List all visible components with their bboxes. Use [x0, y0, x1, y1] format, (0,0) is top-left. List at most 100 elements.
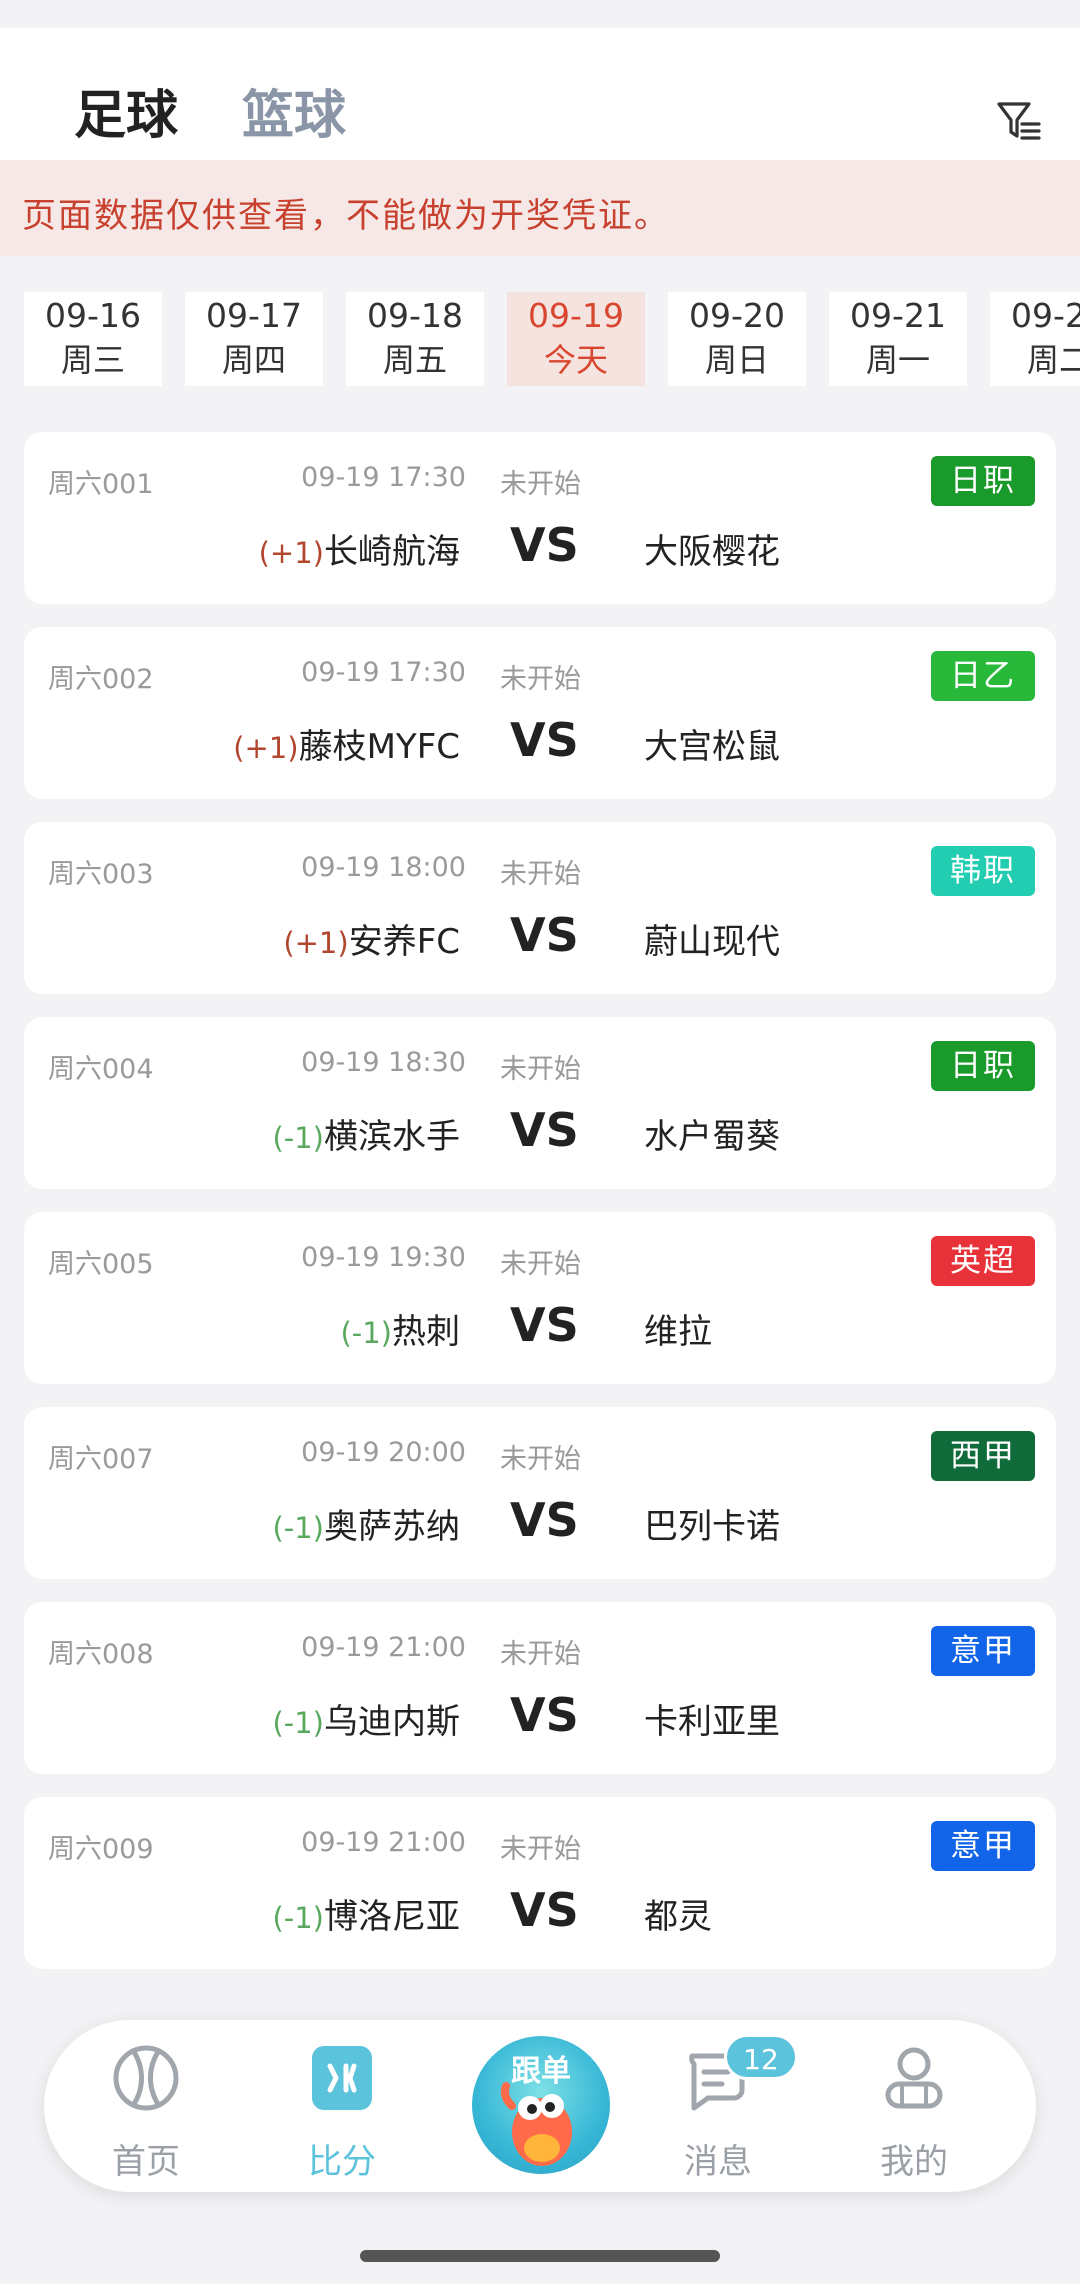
date-item-today[interactable]: 09-19 今天: [507, 292, 645, 386]
handicap: (+1): [283, 926, 349, 960]
follow-bet-button[interactable]: 跟单: [472, 2036, 610, 2174]
match-status: 未开始: [500, 469, 581, 500]
nav-messages-label: 消息: [684, 2142, 752, 2182]
away-team-name: 维拉: [644, 1312, 712, 1352]
top-header: 足球 篮球: [0, 28, 1080, 160]
nav-profile[interactable]: 我的: [834, 2020, 994, 2192]
match-card[interactable]: 周六009 09-19 21:00 未开始 意甲 (-1)博洛尼亚 VS 都灵: [24, 1797, 1056, 1969]
match-status: 未开始: [500, 1249, 581, 1280]
match-code: 周六009: [48, 1834, 154, 1865]
match-time: 09-19 17:30: [301, 462, 466, 493]
vs-label: VS: [510, 1298, 579, 1352]
match-card[interactable]: 周六002 09-19 17:30 未开始 日乙 (+1)藤枝MYFC VS 大…: [24, 627, 1056, 799]
home-team: (-1)奥萨苏纳: [64, 1499, 460, 1548]
disclaimer-banner: 页面数据仅供查看，不能做为开奖凭证。: [0, 160, 1080, 256]
handicap: (+1): [258, 536, 324, 570]
handicap: (-1): [340, 1316, 392, 1350]
league-badge: 英超: [931, 1236, 1035, 1286]
match-status: 未开始: [500, 1639, 581, 1670]
date-item[interactable]: 09-22 周二: [990, 292, 1080, 386]
nav-home[interactable]: 首页: [66, 2020, 226, 2192]
home-team-name: 横滨水手: [324, 1117, 460, 1157]
home-team: (+1)藤枝MYFC: [64, 719, 460, 768]
date-item[interactable]: 09-16 周三: [24, 292, 162, 386]
league-badge: 西甲: [931, 1431, 1035, 1481]
weekday-label: 周二: [1026, 341, 1080, 379]
handicap: (-1): [272, 1901, 324, 1935]
weekday-label: 周日: [704, 341, 769, 379]
match-code: 周六007: [48, 1444, 154, 1475]
match-card[interactable]: 周六003 09-19 18:00 未开始 韩职 (+1)安养FC VS 蔚山现…: [24, 822, 1056, 994]
tab-football[interactable]: 足球: [74, 90, 178, 142]
match-code: 周六002: [48, 664, 154, 695]
nav-score[interactable]: 比分: [262, 2020, 422, 2192]
date-label: 09-20: [689, 296, 785, 335]
match-time: 09-19 18:30: [301, 1047, 466, 1078]
vs-label: VS: [510, 1103, 579, 1157]
match-card[interactable]: 周六004 09-19 18:30 未开始 日职 (-1)横滨水手 VS 水户蜀…: [24, 1017, 1056, 1189]
date-label: 09-17: [206, 296, 302, 335]
match-card[interactable]: 周六001 09-19 17:30 未开始 日职 (+1)长崎航海 VS 大阪樱…: [24, 432, 1056, 604]
handicap: (+1): [233, 731, 299, 765]
date-label: 09-16: [45, 296, 141, 335]
home-team: (-1)热刺: [64, 1304, 460, 1353]
home-team-name: 藤枝MYFC: [298, 727, 460, 767]
league-badge: 韩职: [931, 846, 1035, 896]
profile-icon: [885, 2047, 943, 2109]
vs-label: VS: [510, 908, 579, 962]
vs-label: VS: [510, 518, 579, 572]
match-time: 09-19 20:00: [301, 1437, 466, 1468]
home-team: (-1)博洛尼亚: [64, 1889, 460, 1938]
match-card[interactable]: 周六007 09-19 20:00 未开始 西甲 (-1)奥萨苏纳 VS 巴列卡…: [24, 1407, 1056, 1579]
home-team-name: 长崎航海: [324, 532, 460, 572]
mascot-icon: [500, 2082, 572, 2166]
league-badge: 日职: [931, 456, 1035, 506]
date-item[interactable]: 09-17 周四: [185, 292, 323, 386]
home-team: (+1)安养FC: [64, 914, 460, 963]
handicap: (-1): [272, 1511, 324, 1545]
handicap: (-1): [272, 1121, 324, 1155]
home-team-name: 奥萨苏纳: [324, 1507, 460, 1547]
match-card[interactable]: 周六005 09-19 19:30 未开始 英超 (-1)热刺 VS 维拉: [24, 1212, 1056, 1384]
league-badge: 日乙: [931, 651, 1035, 701]
date-selector: 09-16 周三 09-17 周四 09-18 周五 09-19 今天 09-2…: [0, 292, 1080, 386]
home-indicator[interactable]: [360, 2250, 720, 2262]
date-item[interactable]: 09-18 周五: [346, 292, 484, 386]
filter-list-icon[interactable]: [996, 98, 1042, 144]
match-status: 未开始: [500, 1834, 581, 1865]
nav-messages[interactable]: 12 消息: [638, 2020, 798, 2192]
weekday-label: 今天: [543, 341, 608, 379]
away-team-name: 蔚山现代: [644, 922, 780, 962]
away-team-name: 大宫松鼠: [644, 727, 780, 767]
away-team-name: 大阪樱花: [644, 532, 780, 572]
tab-basketball[interactable]: 篮球: [242, 90, 346, 142]
home-team: (+1)长崎航海: [64, 524, 460, 573]
vs-label: VS: [510, 1493, 579, 1547]
ball-icon: [113, 2045, 179, 2111]
nav-home-label: 首页: [112, 2142, 180, 2182]
match-status: 未开始: [500, 859, 581, 890]
match-time: 09-19 21:00: [301, 1827, 466, 1858]
away-team-name: 水户蜀葵: [644, 1117, 780, 1157]
date-label: 09-18: [367, 296, 463, 335]
home-team-name: 热刺: [392, 1312, 460, 1352]
match-code: 周六005: [48, 1249, 154, 1280]
match-time: 09-19 21:00: [301, 1632, 466, 1663]
date-label: 09-22: [1011, 296, 1080, 335]
league-badge: 意甲: [931, 1821, 1035, 1871]
date-item[interactable]: 09-20 周日: [668, 292, 806, 386]
away-team-name: 都灵: [644, 1897, 712, 1937]
match-time: 09-19 18:00: [301, 852, 466, 883]
date-item[interactable]: 09-21 周一: [829, 292, 967, 386]
away-team-name: 卡利亚里: [644, 1702, 780, 1742]
bottom-nav: 首页 比分 跟单 12 消息 我的: [44, 2020, 1036, 2192]
home-team-name: 安养FC: [348, 922, 460, 962]
match-time: 09-19 19:30: [301, 1242, 466, 1273]
away-team-name: 巴列卡诺: [644, 1507, 780, 1547]
match-time: 09-19 17:30: [301, 657, 466, 688]
disclaimer-text: 页面数据仅供查看，不能做为开奖凭证。: [22, 196, 670, 236]
date-label: 09-21: [850, 296, 946, 335]
match-card[interactable]: 周六008 09-19 21:00 未开始 意甲 (-1)乌迪内斯 VS 卡利亚…: [24, 1602, 1056, 1774]
date-label: 09-19: [528, 296, 624, 335]
league-badge: 日职: [931, 1041, 1035, 1091]
